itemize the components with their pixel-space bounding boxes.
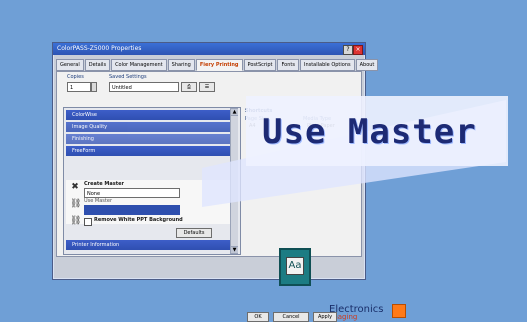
brand-icon	[392, 304, 406, 318]
section-colorwise[interactable]: ColorWise	[66, 110, 231, 120]
tab-details[interactable]: Details	[84, 59, 111, 71]
menu-icon: ☰	[204, 84, 210, 90]
page-size-value[interactable]: A4	[249, 123, 256, 129]
saved-settings-label: Saved Settings	[109, 74, 147, 80]
section-printer-information[interactable]: Printer Information	[66, 240, 231, 250]
use-master-icon: ⛓	[70, 199, 82, 209]
use-master-select[interactable]	[84, 205, 180, 215]
tab-sharing[interactable]: Sharing	[167, 59, 195, 71]
settings-scrollbar[interactable]: ▲ ▼	[230, 108, 238, 254]
defaults-button[interactable]: Defaults	[176, 228, 212, 238]
scroll-up-button[interactable]: ▲	[231, 108, 238, 116]
tab-installable-options[interactable]: Installable Options	[299, 59, 355, 71]
window-title: ColorPASS-Z5000 Properties	[57, 45, 142, 52]
create-master-icon: ✖	[71, 182, 79, 192]
apply-button[interactable]: Apply	[313, 312, 337, 322]
tab-content: Copies 1 Saved Settings Untitled ⎙ ☰ Sho…	[56, 71, 406, 321]
ok-button[interactable]: OK	[247, 312, 269, 322]
section-finishing[interactable]: Finishing	[66, 134, 231, 144]
remove-white-background-checkbox[interactable]	[84, 218, 92, 226]
font-preview-icon: Aa	[286, 257, 304, 275]
window-titlebar: ColorPASS-Z5000 Properties ? ×	[53, 43, 365, 55]
electronics-imaging-logo: Electronics imaging	[329, 304, 384, 321]
saved-settings-select[interactable]: Untitled	[109, 82, 179, 92]
background-icon: ⛓	[70, 216, 82, 226]
remove-white-background-label: Remove White PPT Background	[94, 217, 183, 223]
copies-input[interactable]: 1	[67, 82, 91, 92]
tab-about[interactable]: About	[355, 59, 379, 71]
printer-icon: ⎙	[186, 84, 191, 90]
use-master-label: Use Master	[84, 198, 113, 204]
copies-stepper[interactable]	[91, 82, 97, 92]
saved-settings-manage-button[interactable]: ☰	[199, 82, 215, 92]
tab-fonts[interactable]: Fonts	[277, 59, 299, 71]
create-master-label: Create Master	[84, 181, 124, 187]
printer-properties-dialog: ColorPASS-Z5000 Properties ? × General D…	[52, 42, 406, 322]
section-image-quality[interactable]: Image Quality	[66, 122, 231, 132]
saved-settings-apply-button[interactable]: ⎙	[181, 82, 197, 92]
close-button[interactable]: ×	[353, 45, 363, 55]
cancel-button[interactable]: Cancel	[273, 312, 309, 322]
scroll-down-button[interactable]: ▼	[231, 246, 238, 254]
section-freeform[interactable]: FreeForm	[66, 146, 231, 156]
tab-fiery-printing[interactable]: Fiery Printing	[195, 59, 243, 71]
tab-postscript[interactable]: PostScript	[243, 59, 277, 71]
use-master-callout-label: Use Master	[262, 112, 477, 152]
freeform-controls: ✖ Create Master None ⛓ Use Master ⛓ Remo…	[66, 180, 231, 226]
settings-panel: ColorWise Image Quality Finishing FreeFo…	[63, 107, 241, 255]
create-master-select[interactable]: None	[84, 188, 180, 198]
tab-color-management[interactable]: Color Management	[111, 59, 167, 71]
copies-label: Copies	[67, 74, 84, 80]
tab-strip: General Details Color Management Sharing…	[56, 59, 379, 71]
help-button[interactable]: ?	[343, 45, 353, 55]
media-preview: Aa	[279, 248, 311, 286]
tab-general[interactable]: General	[56, 59, 84, 71]
